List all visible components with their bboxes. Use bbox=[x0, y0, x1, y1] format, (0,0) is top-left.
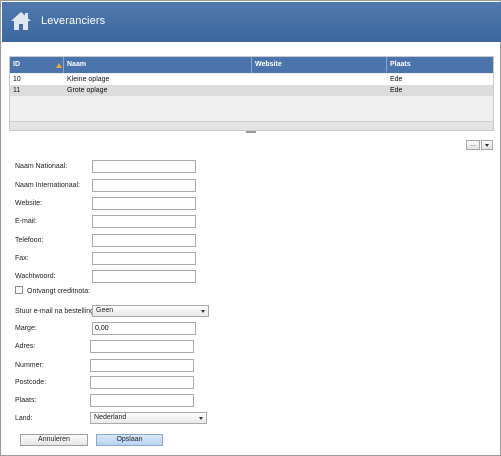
page-title: Leveranciers bbox=[41, 15, 106, 27]
postcode-input[interactable] bbox=[90, 376, 194, 389]
column-header-website-label: Website bbox=[255, 61, 282, 68]
fax-label: Fax: bbox=[15, 255, 29, 262]
naam-internationaal-label: Naam Internationaal: bbox=[15, 182, 80, 189]
marge-input[interactable] bbox=[92, 322, 196, 335]
creditnota-label: Ontvangt creditnota: bbox=[27, 288, 91, 295]
supplier-grid: ID Naam Website Plaats 10 Kleine oplage … bbox=[9, 56, 494, 131]
creditnota-checkbox[interactable] bbox=[15, 286, 23, 294]
column-header-website[interactable]: Website bbox=[252, 57, 387, 73]
horizontal-scrollbar[interactable] bbox=[10, 121, 493, 130]
grid-header: ID Naam Website Plaats bbox=[10, 57, 493, 73]
naam-internationaal-input[interactable] bbox=[92, 179, 196, 192]
wachtwoord-label: Wachtwoord: bbox=[15, 273, 56, 280]
column-header-naam[interactable]: Naam bbox=[64, 57, 252, 73]
cell-plaats: Ede bbox=[390, 76, 403, 83]
nummer-input[interactable] bbox=[90, 359, 194, 372]
column-header-naam-label: Naam bbox=[67, 61, 87, 68]
cell-naam: Grote oplage bbox=[67, 87, 108, 94]
land-label: Land: bbox=[15, 415, 33, 422]
land-select[interactable]: Nederland bbox=[90, 412, 207, 424]
wachtwoord-input[interactable] bbox=[92, 270, 196, 283]
plaats-label: Plaats: bbox=[15, 397, 37, 404]
more-options-button[interactable]: ... bbox=[466, 140, 480, 150]
stuur-email-label: Stuur e-mail na bestelling: bbox=[15, 308, 96, 315]
fax-input[interactable] bbox=[92, 252, 196, 265]
options-dropdown-button[interactable] bbox=[481, 140, 493, 150]
telefoon-input[interactable] bbox=[92, 234, 196, 247]
telefoon-label: Telefoon: bbox=[15, 237, 44, 244]
cell-website bbox=[252, 85, 387, 96]
naam-nationaal-label: Naam Nationaal: bbox=[15, 163, 68, 170]
cell-id: 11 bbox=[13, 87, 21, 94]
website-label: Website: bbox=[15, 200, 43, 207]
plaats-input[interactable] bbox=[90, 394, 194, 407]
cell-website bbox=[252, 74, 387, 85]
email-label: E-mail: bbox=[15, 218, 37, 225]
email-input[interactable] bbox=[92, 215, 196, 228]
marge-label: Marge: bbox=[15, 325, 37, 332]
column-header-plaats-label: Plaats bbox=[390, 61, 411, 68]
adres-input[interactable] bbox=[90, 340, 194, 353]
land-value: Nederland bbox=[94, 414, 127, 421]
chevron-down-icon bbox=[201, 310, 205, 313]
table-row[interactable]: 10 Kleine oplage Ede bbox=[10, 74, 493, 85]
stuur-email-select[interactable]: Geen bbox=[92, 305, 209, 317]
save-button[interactable]: Opslaan bbox=[96, 434, 163, 446]
cancel-button[interactable]: Annuleren bbox=[20, 434, 88, 446]
website-input[interactable] bbox=[92, 197, 196, 210]
table-row[interactable]: 11 Grote oplage Ede bbox=[10, 85, 493, 96]
sort-ascending-icon bbox=[56, 63, 62, 68]
header-bar: Leveranciers bbox=[2, 2, 501, 42]
cell-plaats: Ede bbox=[390, 87, 403, 94]
column-header-id-label: ID bbox=[13, 61, 20, 68]
naam-nationaal-input[interactable] bbox=[92, 160, 196, 173]
column-header-id[interactable]: ID bbox=[10, 57, 64, 73]
window-frame: Leveranciers ID Naam Website Plaats 10 K… bbox=[0, 0, 501, 456]
caret-down-icon bbox=[485, 144, 489, 147]
home-icon[interactable] bbox=[10, 10, 32, 32]
grid-resize-handle[interactable] bbox=[246, 131, 256, 133]
column-header-plaats[interactable]: Plaats bbox=[387, 57, 493, 73]
adres-label: Adres: bbox=[15, 343, 36, 350]
cell-id: 10 bbox=[13, 76, 21, 83]
chevron-down-icon bbox=[199, 417, 203, 420]
stuur-email-value: Geen bbox=[96, 307, 114, 314]
postcode-label: Postcode: bbox=[15, 379, 47, 386]
nummer-label: Nummer: bbox=[15, 362, 44, 369]
cell-naam: Kleine oplage bbox=[67, 76, 110, 83]
